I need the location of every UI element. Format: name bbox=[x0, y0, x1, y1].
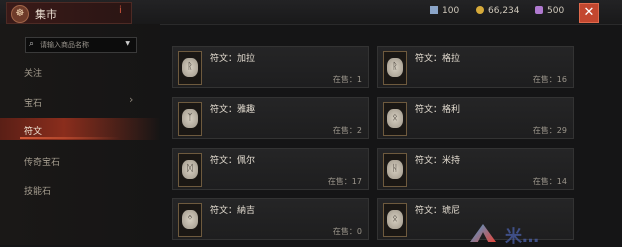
rune-slot: ᛞ bbox=[178, 153, 202, 187]
currency-platinum: 500 bbox=[535, 6, 564, 16]
item-stock: 在售：16 bbox=[532, 75, 567, 84]
item-stock: 在售：17 bbox=[327, 177, 362, 186]
platinum-icon bbox=[535, 6, 543, 14]
rune-icon: ᛞ bbox=[182, 160, 198, 179]
close-button[interactable]: ✕ bbox=[579, 3, 599, 23]
item-stock: 在售：14 bbox=[532, 177, 567, 186]
item-card[interactable]: ᚺ 符文：米持 在售：14 bbox=[377, 148, 574, 190]
item-name: 符文：格利 bbox=[415, 105, 461, 115]
rune-icon: ᛟ bbox=[387, 210, 403, 229]
item-card[interactable]: ᚱ 符文：加拉 在售：1 bbox=[172, 46, 369, 88]
rune-icon: ᛉ bbox=[182, 109, 198, 128]
item-stock: 在售：1 bbox=[332, 75, 362, 84]
item-card[interactable]: ᛟ 符文：琥尼 bbox=[377, 198, 574, 240]
item-card[interactable]: ᛟ 符文：格利 在售：29 bbox=[377, 97, 574, 139]
nav-item-runes[interactable]: 符文 bbox=[24, 124, 42, 137]
item-name: 符文：納吉 bbox=[210, 206, 256, 216]
gold-coin-icon bbox=[476, 6, 484, 14]
search-input[interactable]: ⌕ 请输入商品名称 ▼ bbox=[25, 37, 137, 53]
dropdown-arrow-icon[interactable]: ▼ bbox=[125, 40, 130, 47]
item-name: 符文：米持 bbox=[415, 156, 461, 166]
item-name: 符文：加拉 bbox=[210, 54, 256, 64]
market-title-box: ☸ 集市 i bbox=[6, 2, 132, 24]
search-placeholder: 请输入商品名称 bbox=[40, 41, 89, 49]
chevron-right-icon: › bbox=[129, 93, 134, 106]
nav-active-underline bbox=[20, 137, 120, 139]
silver-bar-icon bbox=[430, 6, 438, 14]
page-title: 集市 bbox=[35, 8, 57, 21]
item-card[interactable]: ᛜ 符文：納吉 在售：0 bbox=[172, 198, 369, 240]
item-card[interactable]: ᚱ 符文：格拉 在售：16 bbox=[377, 46, 574, 88]
item-name: 符文：琥尼 bbox=[415, 206, 461, 216]
item-stock: 在售：2 bbox=[332, 126, 362, 135]
item-card[interactable]: ᛞ 符文：佩尔 在售：17 bbox=[172, 148, 369, 190]
nav-item-gems[interactable]: 宝石 bbox=[24, 96, 42, 109]
item-card[interactable]: ᛉ 符文：雅趣 在售：2 bbox=[172, 97, 369, 139]
currency-silver: 100 bbox=[430, 6, 459, 16]
nav-item-legendary-gems[interactable]: 传奇宝石 bbox=[24, 155, 60, 168]
rune-slot: ᚱ bbox=[178, 51, 202, 85]
search-icon: ⌕ bbox=[29, 39, 35, 49]
rune-slot: ᛉ bbox=[178, 102, 202, 136]
rune-slot: ᛟ bbox=[383, 102, 407, 136]
item-stock: 在售：0 bbox=[332, 227, 362, 236]
currency-platinum-value: 500 bbox=[547, 6, 565, 16]
rune-slot: ᛟ bbox=[383, 203, 407, 237]
currency-silver-value: 100 bbox=[442, 6, 460, 16]
rune-icon: ᚱ bbox=[387, 58, 403, 77]
market-logo-icon: ☸ bbox=[11, 5, 29, 23]
nav-item-skill-stones[interactable]: 技能石 bbox=[24, 184, 51, 197]
rune-slot: ᚱ bbox=[383, 51, 407, 85]
rune-icon: ᛜ bbox=[182, 210, 198, 229]
item-stock: 在售：29 bbox=[532, 126, 567, 135]
rune-slot: ᚺ bbox=[383, 153, 407, 187]
item-name: 符文：雅趣 bbox=[210, 105, 256, 115]
item-name: 符文：格拉 bbox=[415, 54, 461, 64]
item-name: 符文：佩尔 bbox=[210, 156, 256, 166]
rune-slot: ᛜ bbox=[178, 203, 202, 237]
watermark-text: 米… bbox=[505, 227, 539, 247]
top-bar: ☸ 集市 i 100 66,234 500 ✕ bbox=[0, 0, 622, 25]
rune-icon: ᚺ bbox=[387, 160, 403, 179]
currency-gold: 66,234 bbox=[476, 6, 520, 16]
nav-item-follow[interactable]: 关注 bbox=[24, 66, 42, 79]
rune-icon: ᚱ bbox=[182, 58, 198, 77]
currency-gold-value: 66,234 bbox=[488, 6, 520, 16]
info-icon[interactable]: i bbox=[119, 5, 122, 16]
rune-icon: ᛟ bbox=[387, 109, 403, 128]
